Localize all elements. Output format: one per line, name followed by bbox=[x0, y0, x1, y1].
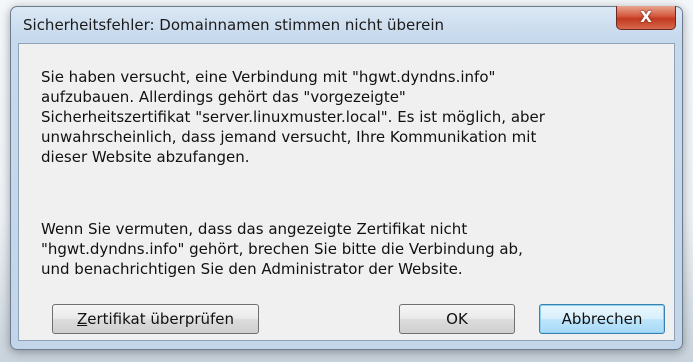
check-certificate-button[interactable]: Zertifikat überprüfen bbox=[52, 304, 259, 334]
warning-message: Sie haben versucht, eine Verbindung mit … bbox=[41, 68, 545, 166]
cancel-button[interactable]: Abbrechen bbox=[539, 304, 665, 334]
security-error-dialog: Sicherheitsfehler: Domainnamen stimmen n… bbox=[10, 6, 683, 350]
advice-message: Wenn Sie vermuten, dass das angezeigte Z… bbox=[41, 220, 523, 278]
close-button[interactable]: X bbox=[616, 6, 676, 30]
check-certificate-accelerator: Z bbox=[76, 310, 88, 328]
check-certificate-label: ertifikat überprüfen bbox=[87, 310, 235, 328]
title-bar[interactable]: Sicherheitsfehler: Domainnamen stimmen n… bbox=[11, 6, 682, 43]
dialog-content: Sie haben versucht, eine Verbindung mit … bbox=[18, 43, 675, 341]
close-icon: X bbox=[640, 8, 652, 26]
ok-button[interactable]: OK bbox=[399, 304, 515, 334]
dialog-title: Sicherheitsfehler: Domainnamen stimmen n… bbox=[23, 16, 444, 34]
